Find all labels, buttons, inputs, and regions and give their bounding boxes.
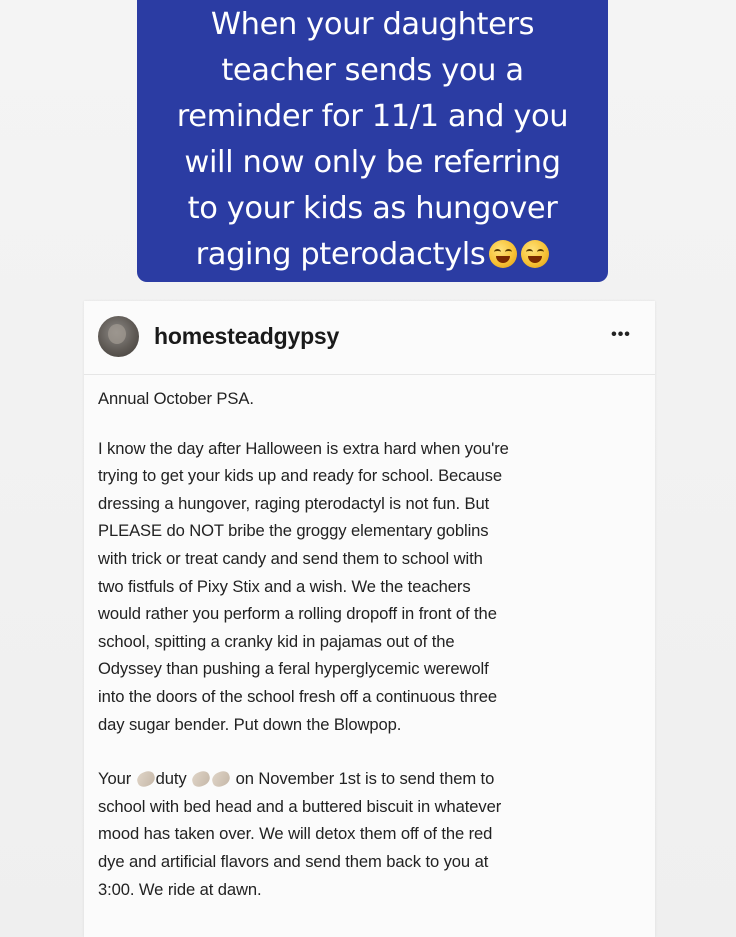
- username[interactable]: homesteadgypsy: [154, 323, 339, 350]
- duty-prefix: Your: [98, 769, 132, 789]
- clapping-hands-icon: [190, 769, 212, 789]
- avatar[interactable]: [98, 316, 139, 357]
- post-caption: Annual October PSA. I know the day after…: [98, 385, 643, 903]
- tears-of-joy-emoji-icon: [489, 240, 518, 268]
- post-body-text: I know the day after Halloween is extra …: [98, 438, 509, 734]
- caption-text-content: When your daughters teacher sends you a …: [176, 7, 569, 272]
- duty-word: duty: [155, 769, 187, 789]
- duty-rest: on November 1st is to send them to schoo…: [98, 769, 502, 899]
- rofl-emoji-icon: [521, 240, 550, 268]
- post-intro: Annual October PSA.: [98, 389, 254, 408]
- clapping-hands-icon: [210, 769, 232, 789]
- more-options-icon[interactable]: •••: [609, 325, 633, 345]
- post-duty-text: Your duty on November 1st is to send the…: [98, 765, 643, 903]
- instagram-post-card: homesteadgypsy ••• Annual October PSA. I…: [84, 301, 655, 937]
- caption-text: When your daughters teacher sends you a …: [147, 2, 598, 278]
- post-header: homesteadgypsy •••: [84, 301, 655, 375]
- meme-screenshot: When your daughters teacher sends you a …: [0, 0, 736, 937]
- caption-box: When your daughters teacher sends you a …: [137, 0, 608, 282]
- clapping-hands-icon: [134, 769, 157, 789]
